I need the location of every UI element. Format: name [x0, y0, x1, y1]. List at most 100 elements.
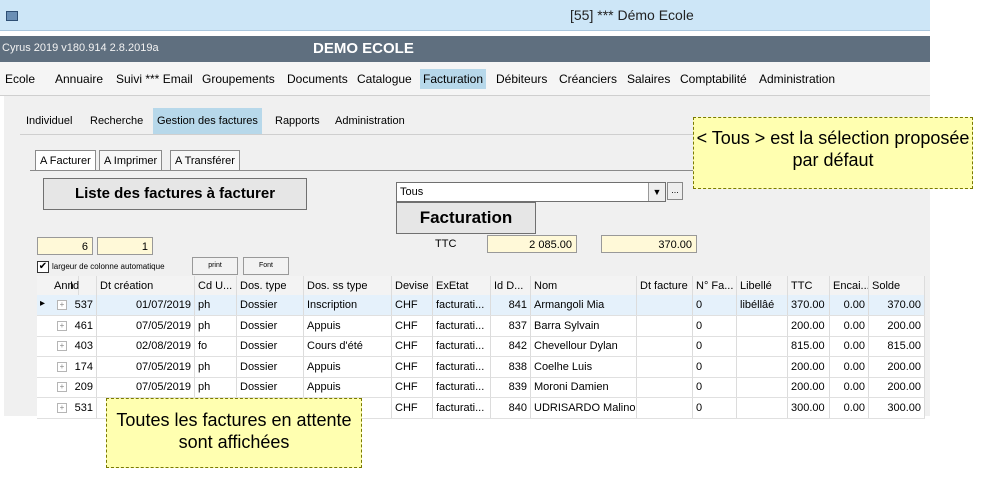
cell-id[interactable]: 174 — [67, 356, 97, 377]
cell-sstype[interactable]: Appuis — [304, 377, 392, 397]
cell-ttc[interactable]: 200.00 — [788, 356, 830, 377]
table-row[interactable]: +461 07/05/2019 ph Dossier Appuis CHF facturat… — [37, 315, 925, 337]
expand-icon[interactable]: + — [57, 382, 67, 392]
menu-ecole[interactable]: Ecole — [5, 72, 35, 86]
facturation-button[interactable]: Facturation — [396, 202, 536, 234]
col-header[interactable]: Dos. ss type — [304, 276, 392, 296]
cell-dt[interactable]: 02/08/2019 — [97, 336, 195, 356]
cell-sstype[interactable]: Cours d'été — [304, 336, 392, 356]
cell-solde[interactable]: 370.00 — [869, 295, 925, 315]
tab-individuel[interactable]: Individuel — [22, 108, 76, 134]
print-button[interactable]: print — [192, 257, 238, 275]
cell-idd[interactable]: 842 — [491, 336, 531, 356]
cell-dt[interactable]: 01/07/2019 — [97, 295, 195, 315]
cell-nom[interactable]: UDRISARDO Malino — [531, 397, 637, 418]
autowidth-checkbox[interactable]: ✔ — [37, 261, 49, 273]
col-header[interactable]: TTC — [788, 276, 830, 296]
col-header[interactable]: Libellé — [737, 276, 788, 296]
col-header[interactable]: ExEtat — [433, 276, 491, 296]
cell-nom[interactable]: Coelhe Luis — [531, 356, 637, 377]
cell-lib[interactable] — [737, 377, 788, 397]
cell-nfa[interactable]: 0 — [693, 315, 737, 336]
cell-ttc[interactable]: 300.00 — [788, 397, 830, 418]
cell-devise[interactable]: CHF — [392, 295, 433, 315]
cell-devise[interactable]: CHF — [392, 397, 433, 418]
col-header[interactable]: Id D... — [491, 276, 531, 296]
table-row[interactable]: +174 07/05/2019 ph Dossier Appuis CHF facturat… — [37, 356, 925, 378]
col-header[interactable]: N° Fa... — [693, 276, 737, 296]
cell-exetat[interactable]: facturati... — [433, 315, 491, 336]
expand-icon[interactable]: + — [57, 300, 67, 310]
cell-enc[interactable]: 0.00 — [830, 356, 869, 377]
col-header[interactable]: Cd U... — [195, 276, 237, 296]
cell-devise[interactable]: CHF — [392, 377, 433, 397]
cell-sstype[interactable]: Appuis — [304, 315, 392, 336]
cell-id[interactable]: 531 — [67, 397, 97, 418]
col-header[interactable]: Solde — [869, 276, 925, 296]
cell-lib[interactable] — [737, 336, 788, 356]
cell-exetat[interactable]: facturati... — [433, 356, 491, 377]
cell-lib[interactable] — [737, 397, 788, 418]
cell-id[interactable]: 461 — [67, 315, 97, 336]
cell-sstype[interactable]: Appuis — [304, 356, 392, 377]
cell-nfa[interactable]: 0 — [693, 397, 737, 418]
cell-enc[interactable]: 0.00 — [830, 295, 869, 315]
cell-nfa[interactable]: 0 — [693, 356, 737, 377]
cell-dt[interactable]: 07/05/2019 — [97, 315, 195, 336]
cell-nfa[interactable]: 0 — [693, 295, 737, 315]
cell-exetat[interactable]: facturati... — [433, 336, 491, 356]
cell-devise[interactable]: CHF — [392, 336, 433, 356]
cell-idd[interactable]: 837 — [491, 315, 531, 336]
menu-catalogue[interactable]: Catalogue — [357, 72, 412, 86]
cell-sstype[interactable]: Inscription — [304, 295, 392, 315]
cell-cd[interactable]: ph — [195, 377, 237, 397]
cell-devise[interactable]: CHF — [392, 356, 433, 377]
col-header[interactable]: Nom — [531, 276, 637, 296]
menu-groupements[interactable]: Groupements — [202, 72, 275, 86]
col-header[interactable]: Devise — [392, 276, 433, 296]
cell-idd[interactable]: 840 — [491, 397, 531, 418]
menu-annuaire[interactable]: Annuaire — [55, 72, 103, 86]
cell-cd[interactable]: fo — [195, 336, 237, 356]
expand-icon[interactable]: + — [57, 320, 67, 331]
cell-dtf[interactable] — [637, 315, 693, 336]
col-header[interactable]: Dos. type — [237, 276, 304, 296]
table-row[interactable]: ▸ +537 01/07/2019 ph Dossier Inscription CHF fa… — [37, 295, 925, 316]
cell-nom[interactable]: Moroni Damien — [531, 377, 637, 397]
table-row[interactable]: +209 07/05/2019 ph Dossier Appuis CHF facturat… — [37, 377, 925, 398]
cell-ttc[interactable]: 200.00 — [788, 315, 830, 336]
cell-enc[interactable]: 0.00 — [830, 377, 869, 397]
cell-ttc[interactable]: 815.00 — [788, 336, 830, 356]
cell-type[interactable]: Dossier — [237, 336, 304, 356]
cell-solde[interactable]: 200.00 — [869, 315, 925, 336]
col-header[interactable]: Dt facture — [637, 276, 693, 296]
cell-lib[interactable] — [737, 315, 788, 336]
cell-exetat[interactable]: facturati... — [433, 397, 491, 418]
cell-dt[interactable]: 07/05/2019 — [97, 377, 195, 397]
cell-type[interactable]: Dossier — [237, 295, 304, 315]
cell-nfa[interactable]: 0 — [693, 377, 737, 397]
menu-comptabilite[interactable]: Comptabilité — [680, 72, 747, 86]
cell-devise[interactable]: CHF — [392, 315, 433, 336]
cell-exetat[interactable]: facturati... — [433, 377, 491, 397]
menu-facturation[interactable]: Facturation — [420, 69, 487, 89]
cell-nom[interactable]: Armangoli Mia — [531, 295, 637, 315]
cell-lib[interactable] — [737, 356, 788, 377]
cell-cd[interactable]: ph — [195, 356, 237, 377]
tab-rapports[interactable]: Rapports — [271, 108, 324, 134]
cell-idd[interactable]: 839 — [491, 377, 531, 397]
tab-a-imprimer[interactable]: A Imprimer — [99, 150, 163, 171]
menu-debiteurs[interactable]: Débiteurs — [496, 72, 547, 86]
cell-dtf[interactable] — [637, 295, 693, 315]
cell-dt[interactable]: 07/05/2019 — [97, 356, 195, 377]
cell-dtf[interactable] — [637, 397, 693, 418]
cell-cd[interactable]: ph — [195, 315, 237, 336]
col-header[interactable]: Id — [67, 276, 97, 296]
cell-type[interactable]: Dossier — [237, 315, 304, 336]
tab-administration[interactable]: Administration — [331, 108, 409, 134]
expand-icon[interactable]: + — [57, 402, 67, 413]
cell-nom[interactable]: Barra Sylvain — [531, 315, 637, 336]
cell-lib[interactable]: libéllâé — [737, 295, 788, 315]
cell-enc[interactable]: 0.00 — [830, 336, 869, 356]
cell-enc[interactable]: 0.00 — [830, 397, 869, 418]
